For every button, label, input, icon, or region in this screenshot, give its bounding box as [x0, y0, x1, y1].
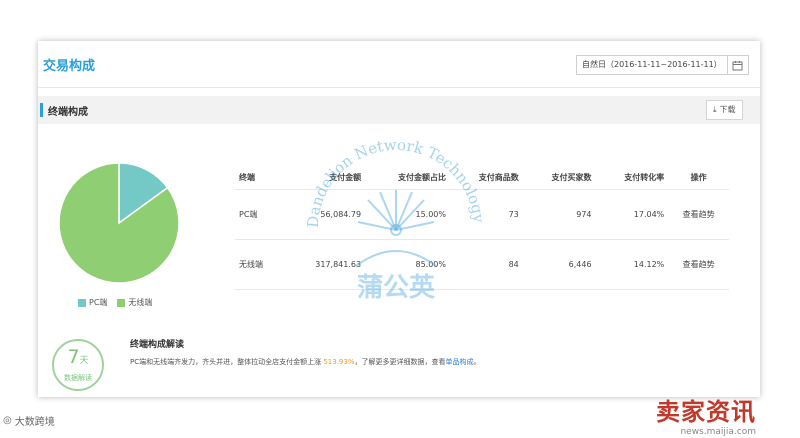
legend-label-pc: PC端 — [89, 298, 108, 307]
table-row: PC端 56,084.79 15.00% 73 974 17.04% 查看趋势 — [235, 189, 729, 240]
view-trend-link[interactable]: 查看趋势 — [668, 189, 729, 240]
col-buyers: 支付买家数 — [522, 165, 596, 190]
cell-buyers: 6,446 — [522, 239, 596, 290]
legend-label-wireless: 无线端 — [128, 298, 153, 307]
analysis-text-after: ，了解更多更详细数据，查看 — [354, 358, 446, 366]
date-range-text[interactable]: 自然日（2016-11-11~2016-11-11） — [576, 55, 728, 75]
cell-share: 85.00% — [365, 239, 450, 290]
view-trend-link[interactable]: 查看趋势 — [668, 239, 729, 290]
download-label: 下载 — [719, 105, 736, 114]
col-share: 支付金额占比 — [365, 165, 450, 190]
legend-item-wireless: 无线端 — [117, 297, 152, 308]
download-button[interactable]: ⤓ 下载 — [706, 100, 743, 120]
legend-item-pc: PC端 — [78, 297, 107, 308]
dashuju-logo-text: 大数跨境 — [14, 417, 55, 428]
terminal-table: 终端 支付金额 支付金额占比 支付商品数 支付买家数 支付转化率 操作 PC端 … — [235, 165, 729, 290]
section-title: 终端构成 — [48, 107, 88, 118]
item-composition-link[interactable]: 单品构成 — [446, 358, 474, 366]
cell-items: 73 — [450, 189, 523, 240]
col-action: 操作 — [668, 165, 729, 190]
weibo-icon: ◎ — [3, 415, 12, 426]
table-header-row: 终端 支付金额 支付金额占比 支付商品数 支付买家数 支付转化率 操作 — [235, 165, 729, 190]
table-row: 无线端 317,841.63 85.00% 84 6,446 14.12% 查看… — [235, 239, 729, 290]
maijia-logo-text: 卖家资讯 — [656, 398, 756, 426]
legend-swatch-pc — [78, 298, 86, 307]
badge-label: 数据解读 — [64, 374, 92, 382]
analysis-text: PC端和无线端齐发力，齐头并进，整体拉动全店支付金额上涨 513.93%，了解更… — [130, 357, 481, 367]
col-terminal: 终端 — [235, 165, 284, 190]
pie-legend: PC端 无线端 — [78, 297, 152, 308]
analysis-suffix: 。 — [473, 358, 481, 366]
card-header: 交易构成 自然日（2016-11-11~2016-11-11） — [38, 41, 760, 88]
download-icon: ⤓ — [713, 105, 717, 114]
cell-terminal: PC端 — [235, 189, 284, 240]
growth-highlight: 513.93% — [323, 358, 355, 366]
maijia-logo-url: news.maijia.com — [680, 427, 756, 437]
col-conversion: 支付转化率 — [595, 165, 669, 190]
legend-swatch-wireless — [117, 298, 126, 307]
calendar-icon[interactable] — [727, 55, 749, 75]
maijia-logo: 卖家资讯 news.maijia.com — [656, 392, 756, 437]
section-bar: 终端构成 ⤓ 下载 — [38, 96, 760, 124]
col-amount: 支付金额 — [283, 165, 366, 190]
col-items: 支付商品数 — [450, 165, 523, 190]
page-title: 交易构成 — [43, 59, 96, 74]
trade-composition-card: 交易构成 自然日（2016-11-11~2016-11-11） 终端构成 ⤓ 下… — [38, 41, 760, 397]
cell-conversion: 14.12% — [595, 239, 669, 290]
section-accent — [40, 103, 43, 117]
badge-days: 7天 — [54, 345, 102, 373]
cell-buyers: 974 — [522, 189, 596, 240]
badge-number: 7 — [67, 346, 80, 368]
cell-amount: 56,084.79 — [283, 189, 366, 240]
analysis-title: 终端构成解读 — [130, 340, 185, 350]
cell-amount: 317,841.63 — [283, 239, 366, 290]
seven-day-badge[interactable]: 7天 数据解读 — [52, 339, 104, 391]
dashuju-logo: ◎ 大数跨境 — [3, 413, 55, 428]
terminal-pie-chart — [58, 162, 180, 284]
cell-terminal: 无线端 — [235, 239, 284, 290]
cell-conversion: 17.04% — [595, 189, 669, 240]
badge-unit: 天 — [79, 356, 89, 366]
analysis-text-before: PC端和无线端齐发力，齐头并进，整体拉动全店支付金额上涨 — [130, 358, 322, 366]
cell-items: 84 — [450, 239, 523, 290]
cell-share: 15.00% — [365, 189, 450, 240]
date-picker[interactable]: 自然日（2016-11-11~2016-11-11） — [576, 55, 749, 75]
